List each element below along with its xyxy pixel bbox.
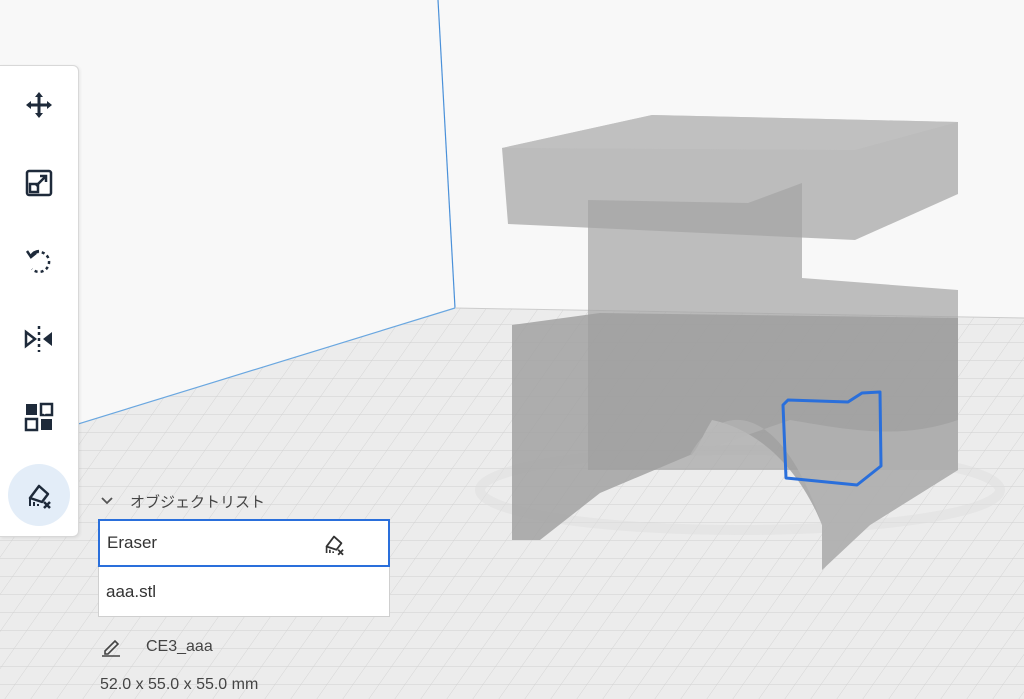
per-model-settings-tool-button[interactable]	[8, 386, 70, 448]
pencil-icon[interactable]	[100, 637, 122, 657]
support-eraser-tool-button[interactable]	[8, 464, 70, 526]
tool-panel	[0, 65, 79, 537]
move-tool-button[interactable]	[8, 74, 70, 136]
object-list-item-label: Eraser	[107, 533, 158, 552]
object-list: Eraser aaa.stl	[98, 519, 390, 617]
object-list-item-label: aaa.stl	[106, 582, 157, 601]
model-dimensions: 52.0 x 55.0 x 55.0 mm	[100, 676, 259, 693]
move-icon	[26, 92, 52, 118]
scale-tool-button[interactable]	[8, 152, 70, 214]
mirror-icon	[24, 326, 52, 352]
printer-name: CE3_aaa	[146, 638, 213, 655]
printer-name-row[interactable]: CE3_aaa	[100, 634, 213, 660]
chevron-down-icon	[101, 497, 113, 505]
object-list-toggle[interactable]: オブジェクトリスト	[100, 488, 265, 514]
object-list-title: オブジェクトリスト	[130, 493, 266, 511]
mirror-tool-button[interactable]	[8, 308, 70, 370]
rotate-icon	[25, 249, 51, 274]
support-eraser-icon	[325, 535, 344, 556]
object-list-item-aaa-stl[interactable]: aaa.stl	[99, 569, 389, 615]
per-model-settings-icon	[24, 402, 54, 432]
object-list-item-eraser[interactable]: Eraser	[98, 519, 390, 567]
rotate-tool-button[interactable]	[8, 230, 70, 292]
scale-icon	[25, 169, 53, 197]
support-eraser-icon	[28, 484, 51, 509]
